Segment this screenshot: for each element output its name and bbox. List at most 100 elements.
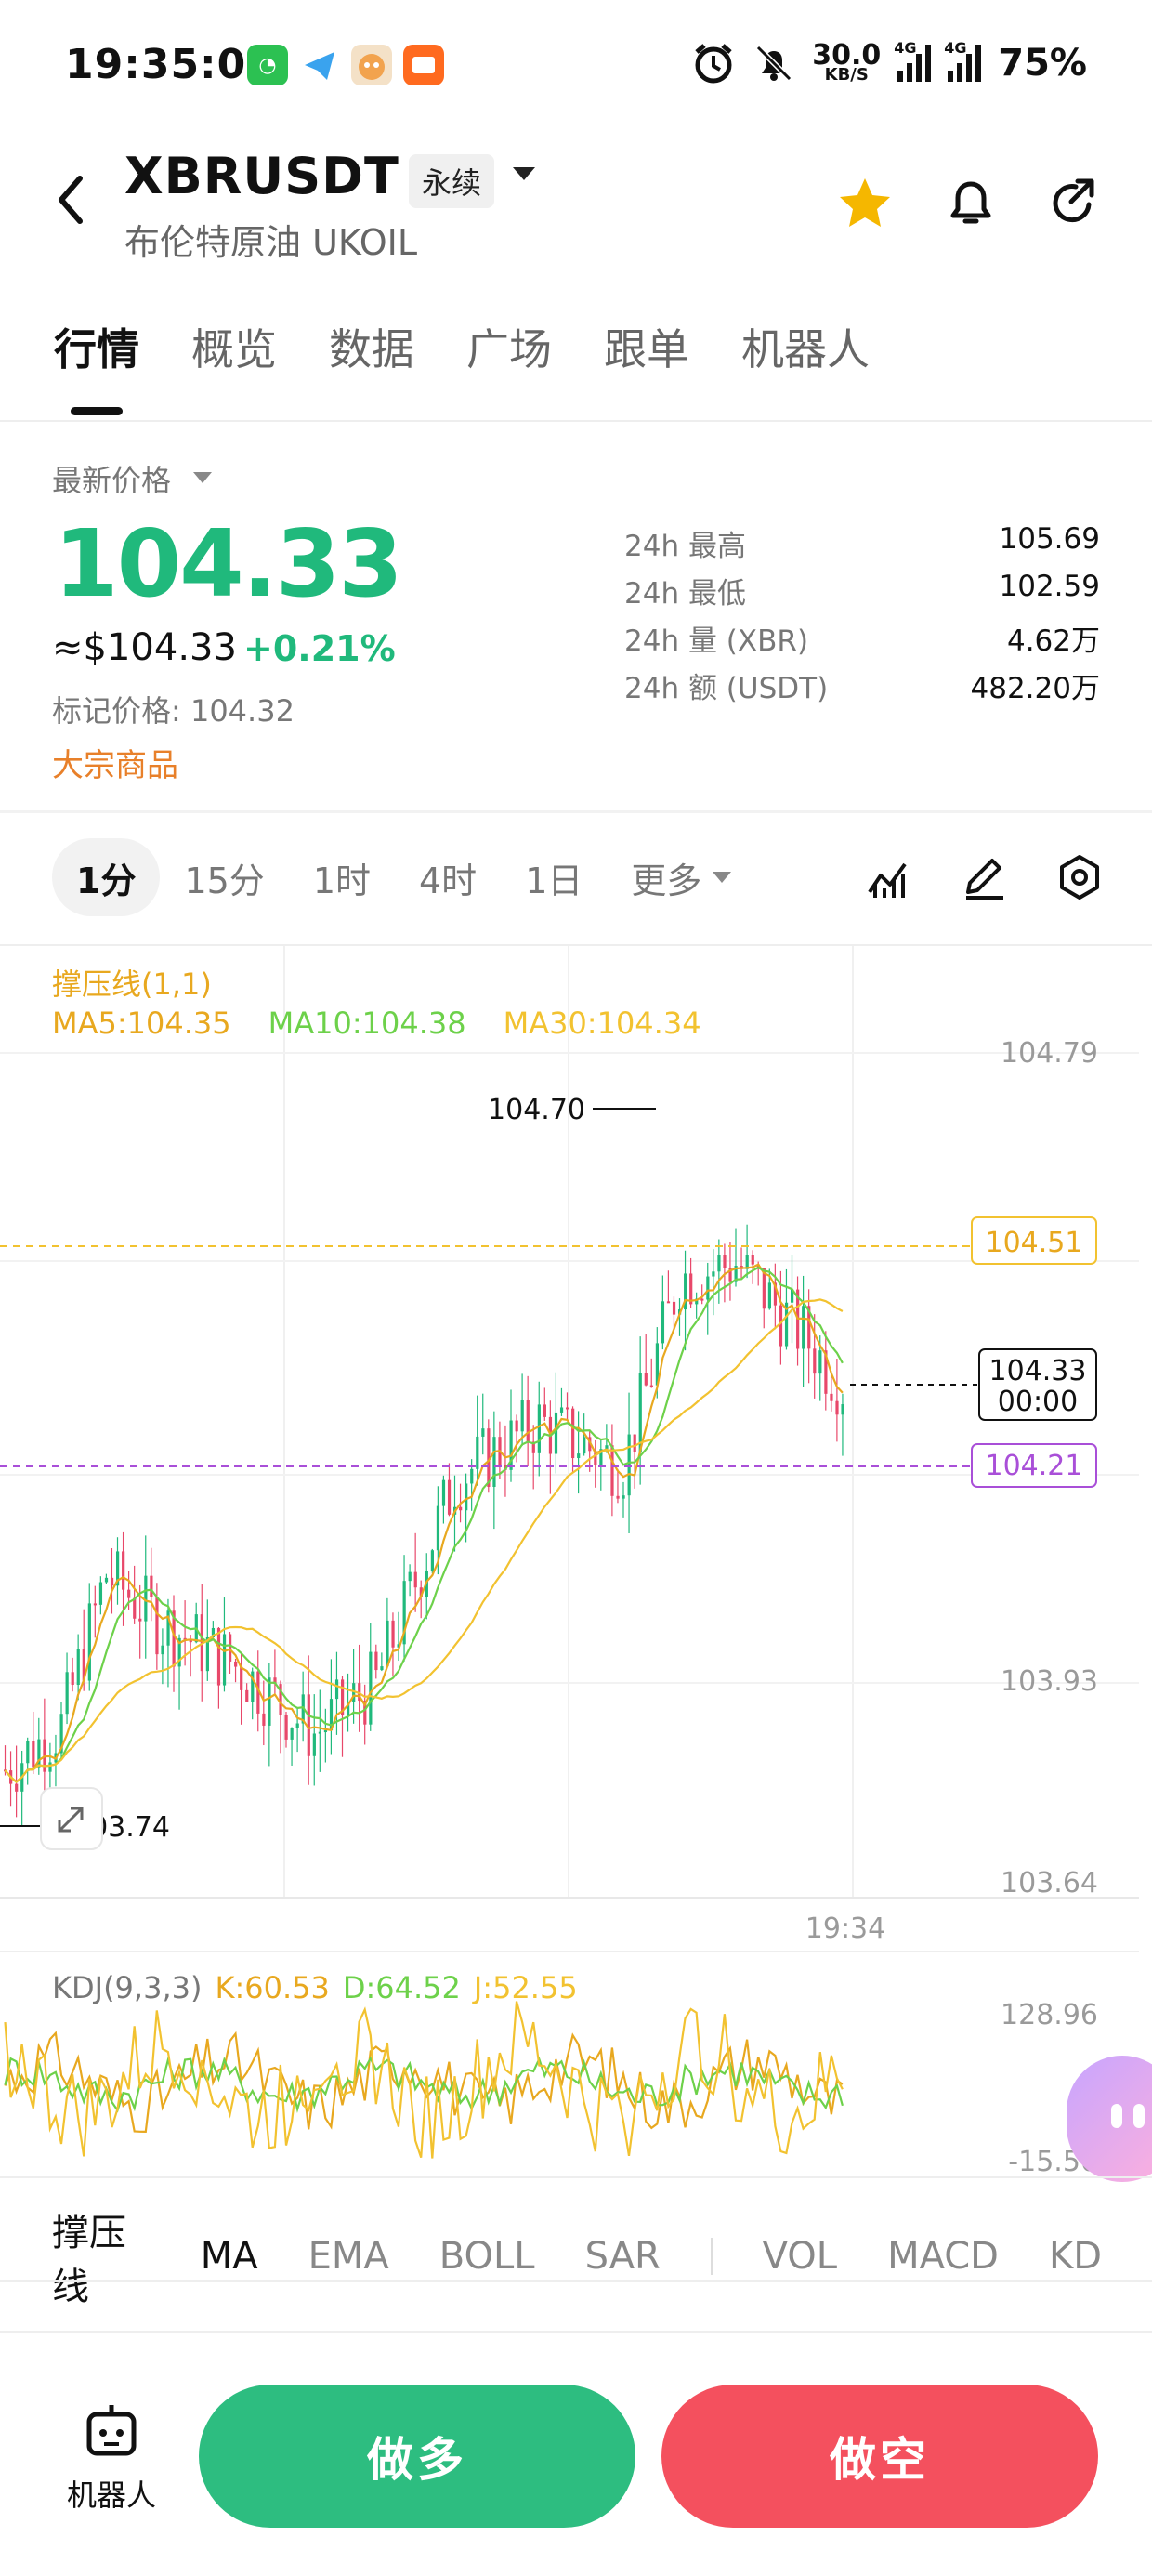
- star-icon[interactable]: [832, 171, 897, 236]
- candle-body: [104, 1577, 109, 1583]
- candle-body: [830, 1393, 833, 1401]
- interval-1h[interactable]: 1时: [289, 838, 395, 916]
- tab-data[interactable]: 数据: [329, 316, 414, 377]
- wechat-icon: ◔: [247, 45, 288, 85]
- indicator-sr[interactable]: 撑压线: [52, 2202, 151, 2310]
- candle-body: [526, 1400, 530, 1442]
- long-button[interactable]: 做多: [199, 2385, 635, 2528]
- candle-body: [470, 1468, 474, 1484]
- candle-body: [583, 1437, 586, 1454]
- last-price: 104.33: [54, 509, 403, 618]
- resistance-value: 104.51: [986, 1227, 1083, 1259]
- candle-body: [76, 1649, 80, 1686]
- stat-label: 24h 最低: [624, 577, 746, 611]
- status-bar: 19:35:00 ◔ 30.0 KB/S 4G 4G 75%: [0, 0, 1152, 139]
- candle-body: [369, 1651, 373, 1725]
- assistant-eye: [1111, 2104, 1122, 2128]
- tab-bot[interactable]: 机器人: [741, 316, 870, 377]
- ma5-line: [4, 1263, 844, 1783]
- candle-body: [835, 1400, 839, 1415]
- chevron-down-icon[interactable]: [193, 472, 212, 483]
- candle-body: [554, 1412, 558, 1454]
- bottom-action-bar: 机器人 做多 做空: [0, 2331, 1152, 2576]
- game-app-icon: [351, 45, 392, 85]
- short-button[interactable]: 做空: [661, 2385, 1098, 2528]
- candle-countdown: 00:00: [998, 1386, 1078, 1418]
- robot-icon: [86, 2405, 137, 2456]
- indicator-ema[interactable]: EMA: [308, 2235, 389, 2278]
- candle-body: [122, 1551, 125, 1590]
- candle-body: [476, 1436, 479, 1469]
- kdj-j-line: [4, 2001, 844, 2159]
- indicator-vol[interactable]: VOL: [763, 2235, 837, 2278]
- interval-4h[interactable]: 4时: [395, 838, 501, 916]
- indicator-boll[interactable]: BOLL: [439, 2235, 535, 2278]
- candle-body: [312, 1733, 316, 1756]
- indicator-icon[interactable]: [862, 849, 918, 905]
- draw-pen-icon[interactable]: [957, 849, 1013, 905]
- candle-body: [723, 1255, 727, 1268]
- more-label: 更多: [631, 860, 702, 901]
- candle-body: [717, 1255, 721, 1272]
- interval-1d[interactable]: 1日: [501, 838, 607, 916]
- indicator-kdj[interactable]: KD: [1049, 2235, 1102, 2278]
- candle-body: [430, 1550, 434, 1571]
- interval-15m[interactable]: 15分: [160, 838, 288, 916]
- candle-body: [150, 1575, 153, 1597]
- mark-price: 标记价格: 104.32: [52, 693, 295, 729]
- candle-body: [413, 1571, 417, 1588]
- candles: [4, 1224, 844, 1826]
- status-time: 19:35:00: [65, 41, 276, 88]
- chart-overlays: 104.79 103.93 103.64 19:34 104.51 104.21…: [0, 1037, 1098, 2178]
- stat-value: 482.20万: [970, 672, 1100, 705]
- interval-more[interactable]: 更多: [607, 838, 755, 916]
- bell-icon[interactable]: [938, 171, 1003, 236]
- candle-body: [616, 1495, 620, 1499]
- header: XBRUSDT 永续 布伦特原油 UKOIL: [0, 139, 1152, 279]
- settings-icon[interactable]: [1052, 849, 1107, 905]
- candle-body: [459, 1506, 463, 1511]
- current-price-value: 104.33: [989, 1355, 1087, 1387]
- robot-button[interactable]: 机器人: [54, 2401, 169, 2515]
- sr-indicator-label: 撑压线(1,1): [52, 966, 212, 1002]
- category-tag[interactable]: 大宗商品: [52, 740, 178, 785]
- candle-body: [802, 1306, 805, 1349]
- stat-label: 24h 量 (XBR): [624, 624, 809, 658]
- tab-square[interactable]: 广场: [466, 316, 552, 377]
- kdj-label: KDJ(9,3,3): [52, 1970, 203, 2005]
- candle-body: [515, 1420, 518, 1432]
- indicator-separator: [710, 2238, 713, 2275]
- price-type-label[interactable]: 最新价格: [52, 457, 171, 500]
- candle-body: [240, 1666, 243, 1690]
- taobao-flash-icon: [403, 45, 444, 85]
- indicator-sar[interactable]: SAR: [585, 2235, 661, 2278]
- ma30-value: MA30:104.34: [503, 1005, 701, 1041]
- y-tick-mid: 103.93: [1001, 1665, 1098, 1698]
- tab-overview[interactable]: 概览: [191, 316, 277, 377]
- interval-1m[interactable]: 1分: [52, 838, 161, 916]
- main-tabs: 行情 概览 数据 广场 跟单 机器人: [54, 316, 870, 377]
- back-icon[interactable]: [48, 167, 95, 232]
- symbol-title[interactable]: XBRUSDT: [124, 147, 399, 205]
- chevron-down-icon[interactable]: [513, 167, 535, 180]
- ma10-line: [4, 1266, 844, 1783]
- divider: [0, 420, 1152, 422]
- notification-icons: ◔: [247, 45, 444, 85]
- share-icon[interactable]: [1041, 171, 1106, 236]
- tab-market[interactable]: 行情: [54, 316, 139, 377]
- contract-type-badge[interactable]: 永续: [409, 154, 495, 208]
- indicator-macd[interactable]: MACD: [887, 2235, 999, 2278]
- kdj-k: K:60.53: [215, 1970, 330, 2005]
- candle-body: [559, 1407, 564, 1413]
- candle-body: [700, 1298, 704, 1301]
- candle-body: [441, 1479, 446, 1506]
- candle-body: [65, 1672, 69, 1715]
- tab-copy-trade[interactable]: 跟单: [604, 316, 689, 377]
- candle-body: [26, 1741, 30, 1764]
- indicator-ma[interactable]: MA: [201, 2235, 258, 2278]
- candle-body: [15, 1783, 19, 1792]
- interval-bar: 1分 15分 1时 4时 1日 更多: [52, 838, 755, 916]
- candle-body: [706, 1276, 710, 1300]
- stat-low: 24h 最低 102.59: [624, 570, 1100, 617]
- kdj-d: D:64.52: [342, 1970, 461, 2005]
